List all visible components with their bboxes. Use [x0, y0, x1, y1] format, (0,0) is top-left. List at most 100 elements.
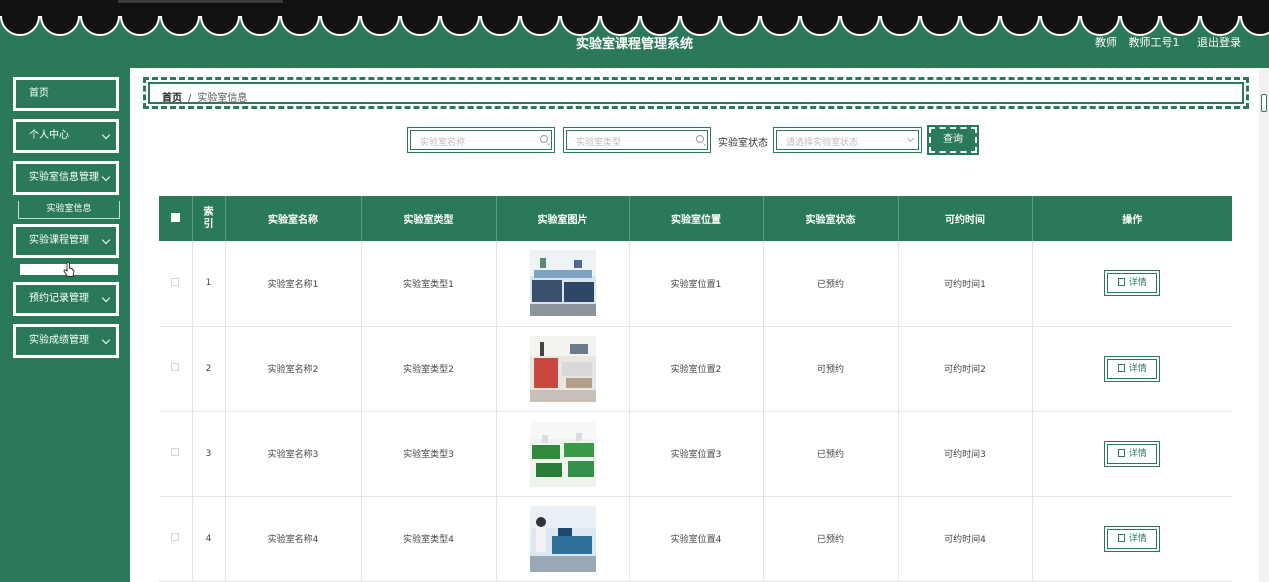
row-checkbox[interactable]	[171, 448, 180, 456]
detail-button-label: 详情	[1128, 278, 1147, 289]
status-cell: 可预约	[763, 326, 899, 412]
index-cell: 1	[192, 241, 226, 327]
status-cell: 已预约	[763, 241, 899, 327]
row-checkbox[interactable]	[171, 363, 180, 371]
row-checkbox[interactable]	[171, 277, 180, 286]
image-cell	[496, 411, 630, 497]
time-cell: 可约时间2	[898, 326, 1033, 412]
location-cell: 实验室位置4	[629, 496, 764, 582]
table-header-row: 索引 实验室名称 实验室类型 实验室图片 实验室位置 实验室状态 可约时间 操作	[159, 196, 1232, 241]
query-button[interactable]: 查询	[927, 125, 979, 155]
lab-image	[529, 335, 596, 402]
type-cell: 实验室类型2	[361, 326, 497, 412]
lab-image	[529, 250, 596, 317]
lab-type-search-input[interactable]: 实验室类型	[563, 127, 711, 153]
scrollbar-thumb[interactable]	[1261, 94, 1267, 112]
detail-button[interactable]: 详情	[1104, 270, 1161, 297]
lab-image	[529, 505, 596, 572]
chevron-down-icon	[101, 293, 111, 303]
row-check-cell	[159, 241, 193, 327]
index-cell: 4	[192, 496, 226, 582]
type-cell: 实验室类型3	[361, 411, 497, 497]
location-cell: 实验室位置2	[629, 326, 764, 412]
breadcrumb-current: 实验室信息	[197, 93, 248, 104]
action-cell: 详情	[1032, 241, 1232, 327]
sidebar-item-grades[interactable]: 实验成绩管理	[13, 324, 119, 358]
detail-button[interactable]: 详情	[1104, 355, 1161, 382]
search-icon	[540, 135, 548, 143]
sidebar-item-label: 首页	[29, 88, 49, 99]
column-header: 可约时间	[898, 196, 1033, 241]
chevron-down-icon	[101, 130, 111, 140]
status-filter-label: 实验室状态	[718, 138, 768, 149]
tab-hint	[118, 0, 283, 3]
time-cell: 可约时间3	[898, 411, 1033, 497]
browser-top-strip	[0, 0, 1269, 16]
type-cell: 实验室类型4	[361, 496, 497, 582]
column-header: 实验室图片	[496, 196, 630, 241]
column-header: 实验室位置	[629, 196, 764, 241]
sidebar-item-lab-info[interactable]: 实验室信息管理	[13, 161, 119, 195]
lab-table: 索引 实验室名称 实验室类型 实验室图片 实验室位置 实验室状态 可约时间 操作…	[159, 196, 1232, 582]
sidebar: 首页 个人中心 实验室信息管理 实验室信息 实验课程管理 预约记录管理 实验成绩…	[0, 68, 130, 582]
index-cell: 3	[192, 411, 226, 497]
document-icon	[1117, 363, 1125, 372]
sidebar-item-lab-course[interactable]: 实验课程管理	[13, 224, 119, 258]
sidebar-item-home[interactable]: 首页	[13, 77, 119, 111]
select-all-checkbox[interactable]	[170, 212, 180, 222]
table-row: 4 实验室名称4 实验室类型4 实验室位置4 已预约 可约时间4 详情	[159, 496, 1232, 582]
name-cell: 实验室名称1	[225, 241, 362, 327]
name-cell: 实验室名称4	[225, 496, 362, 582]
chevron-down-icon	[101, 235, 111, 245]
page-scrollbar[interactable]	[1259, 68, 1269, 582]
sidebar-item-label: 实验成绩管理	[29, 335, 89, 346]
image-cell	[496, 241, 630, 327]
chevron-down-icon	[101, 335, 111, 345]
sidebar-item-reservation[interactable]: 预约记录管理	[13, 282, 119, 316]
detail-button-label: 详情	[1128, 448, 1147, 459]
location-cell: 实验室位置1	[629, 241, 764, 327]
column-header: 实验室名称	[225, 196, 362, 241]
user-area: 教师 教师工号1 退出登录	[1087, 34, 1241, 50]
sidebar-item-personal-center[interactable]: 个人中心	[13, 119, 119, 153]
lab-image	[529, 420, 596, 487]
breadcrumb: 首页 / 实验室信息	[143, 77, 1249, 109]
detail-button[interactable]: 详情	[1104, 440, 1161, 467]
row-check-cell	[159, 411, 193, 497]
sidebar-subitem-lab-info[interactable]: 实验室信息	[18, 201, 120, 219]
status-select[interactable]: 请选择实验室状态	[773, 127, 922, 153]
status-cell: 已预约	[763, 496, 899, 582]
table-row: 1 实验室名称1 实验室类型1 实验室位置1 已预约 可约时间1 详情	[159, 241, 1232, 327]
row-checkbox[interactable]	[171, 533, 180, 541]
time-cell: 可约时间1	[898, 241, 1033, 327]
hand-cursor-icon	[63, 262, 75, 277]
input-placeholder: 实验室类型	[576, 138, 622, 148]
column-header: 实验室类型	[361, 196, 497, 241]
detail-button-label: 详情	[1128, 533, 1147, 544]
search-icon	[696, 135, 704, 143]
detail-button[interactable]: 详情	[1104, 525, 1161, 552]
chevron-down-icon	[101, 172, 111, 182]
user-name: 教师工号1	[1128, 36, 1180, 49]
action-cell: 详情	[1032, 496, 1232, 582]
logout-link[interactable]: 退出登录	[1197, 36, 1241, 49]
column-header-label: 索引	[203, 206, 214, 230]
action-cell: 详情	[1032, 326, 1232, 412]
column-header: 实验室状态	[763, 196, 899, 241]
document-icon	[1117, 533, 1125, 542]
document-icon	[1117, 278, 1125, 287]
table-row: 2 实验室名称2 实验室类型2 实验室位置2 可预约 可约时间2 详情	[159, 326, 1232, 412]
document-icon	[1117, 448, 1125, 457]
lab-name-search-input[interactable]: 实验室名称	[407, 127, 555, 153]
user-role: 教师	[1095, 36, 1117, 49]
select-all-header[interactable]	[159, 196, 193, 241]
name-cell: 实验室名称3	[225, 411, 362, 497]
app-header: 实验室课程管理系统 教师 教师工号1 退出登录	[0, 16, 1269, 68]
sidebar-item-label: 个人中心	[29, 130, 69, 141]
breadcrumb-home[interactable]: 首页	[162, 93, 182, 104]
row-check-cell	[159, 496, 193, 582]
column-header: 索引	[192, 196, 226, 241]
image-cell	[496, 326, 630, 412]
index-cell: 2	[192, 326, 226, 412]
table-row: 3 实验室名称3 实验室类型3 实验室位置3 已预约 可约时间3 详情	[159, 411, 1232, 497]
